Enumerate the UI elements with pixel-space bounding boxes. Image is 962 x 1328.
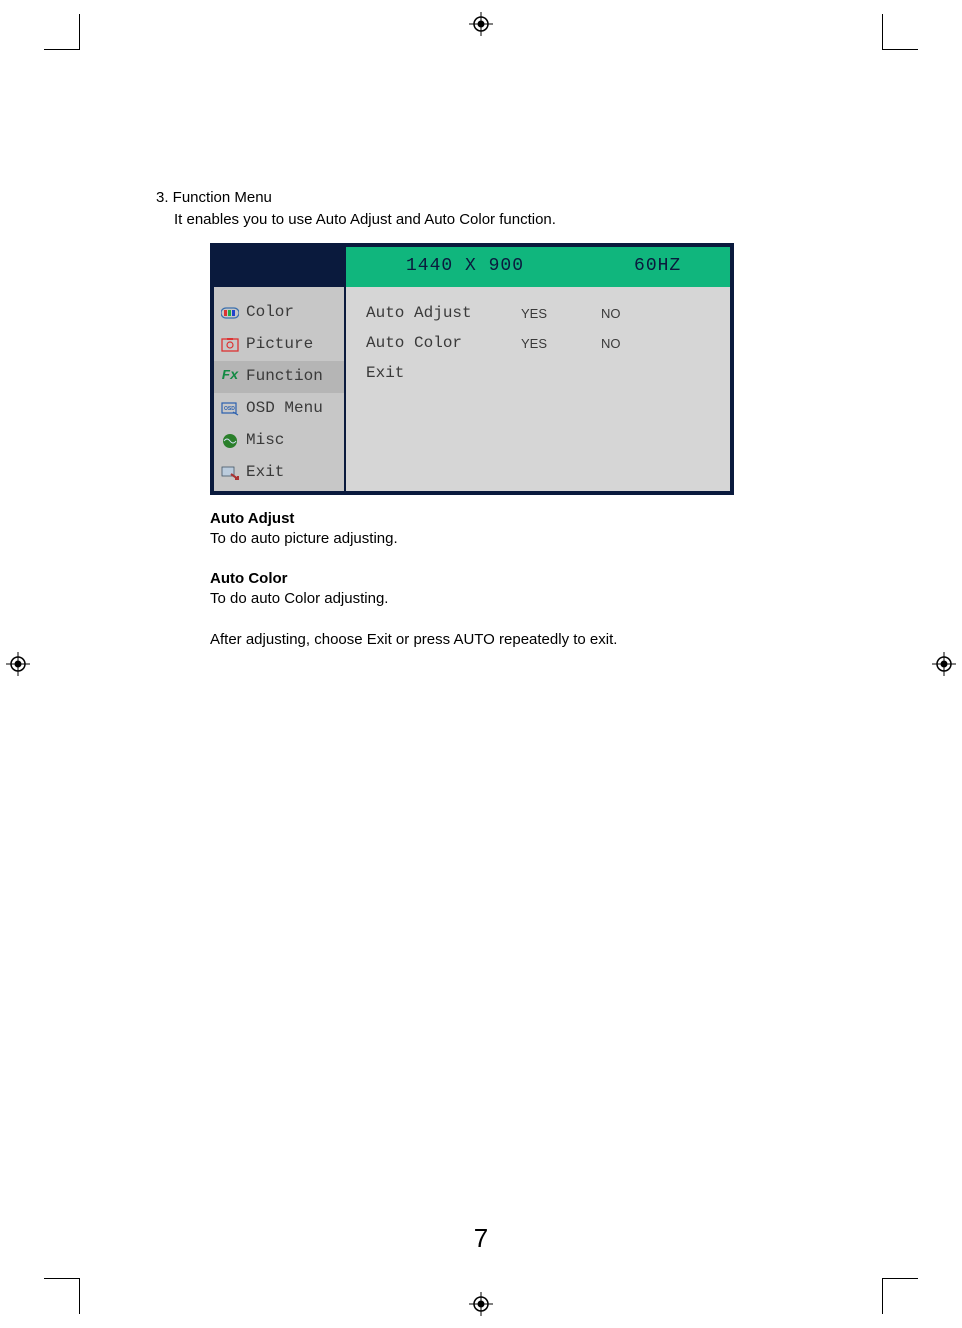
registration-mark-top-icon [469, 12, 493, 36]
osd-refresh: 60HZ [634, 254, 681, 278]
function-icon: Fx [220, 369, 240, 385]
sidebar-item-misc[interactable]: Misc [214, 425, 344, 457]
osd-header: 1440 X 900 60HZ [214, 247, 730, 287]
osd-option-label: Auto Adjust [366, 303, 511, 325]
sidebar-item-label: Color [246, 302, 294, 324]
osd-main: Auto Adjust YES NO Auto Color YES NO Exi… [346, 287, 730, 491]
sidebar-item-label: OSD Menu [246, 398, 323, 420]
sidebar-item-color[interactable]: Color [214, 297, 344, 329]
page-content: 3. Function Menu It enables you to use A… [156, 188, 816, 670]
sidebar-item-function[interactable]: Fx Function [214, 361, 344, 393]
sidebar-item-label: Picture [246, 334, 313, 356]
osd-option-auto-color[interactable]: Auto Color YES NO [366, 329, 710, 359]
crop-mark-top-left [44, 14, 80, 50]
sidebar-item-exit[interactable]: Exit [214, 457, 344, 489]
osd-menu-icon: OSD [220, 401, 240, 417]
section-title: 3. Function Menu [156, 188, 816, 208]
osd-option-auto-adjust[interactable]: Auto Adjust YES NO [366, 299, 710, 329]
sidebar-item-picture[interactable]: Picture [214, 329, 344, 361]
desc-auto-adjust-body: To do auto picture adjusting. [210, 529, 750, 549]
osd-header-spacer [214, 247, 346, 287]
osd-panel: 1440 X 900 60HZ Color Picture [210, 243, 734, 495]
osd-sidebar: Color Picture Fx Function OSD OSD [214, 287, 346, 491]
registration-mark-left-icon [6, 652, 30, 676]
osd-option-label: Exit [366, 363, 511, 385]
sidebar-item-label: Misc [246, 430, 284, 452]
svg-text:OSD: OSD [224, 406, 235, 412]
desc-auto-color-term: Auto Color [210, 569, 750, 589]
crop-mark-bottom-right [882, 1278, 918, 1314]
registration-mark-right-icon [932, 652, 956, 676]
osd-option-no[interactable]: NO [601, 335, 661, 353]
osd-option-no[interactable]: NO [601, 305, 661, 323]
osd-resolution: 1440 X 900 [406, 254, 524, 278]
osd-option-yes[interactable]: YES [521, 305, 591, 323]
exit-icon [220, 465, 240, 481]
osd-option-yes[interactable]: YES [521, 335, 591, 353]
desc-auto-adjust-term: Auto Adjust [210, 509, 750, 529]
page-number: 7 [0, 1223, 962, 1254]
picture-icon [220, 337, 240, 353]
color-icon [220, 305, 240, 321]
misc-icon [220, 433, 240, 449]
osd-option-exit[interactable]: Exit [366, 359, 710, 389]
desc-auto-color-body: To do auto Color adjusting. [210, 589, 750, 609]
registration-mark-bottom-icon [469, 1292, 493, 1316]
section-intro: It enables you to use Auto Adjust and Au… [174, 210, 816, 230]
osd-header-info: 1440 X 900 60HZ [346, 247, 730, 287]
sidebar-item-osd-menu[interactable]: OSD OSD Menu [214, 393, 344, 425]
desc-footer: After adjusting, choose Exit or press AU… [210, 630, 750, 650]
sidebar-item-label: Exit [246, 462, 284, 484]
osd-option-label: Auto Color [366, 333, 511, 355]
sidebar-item-label: Function [246, 366, 323, 388]
crop-mark-top-right [882, 14, 918, 50]
crop-mark-bottom-left [44, 1278, 80, 1314]
descriptions: Auto Adjust To do auto picture adjusting… [210, 509, 750, 650]
